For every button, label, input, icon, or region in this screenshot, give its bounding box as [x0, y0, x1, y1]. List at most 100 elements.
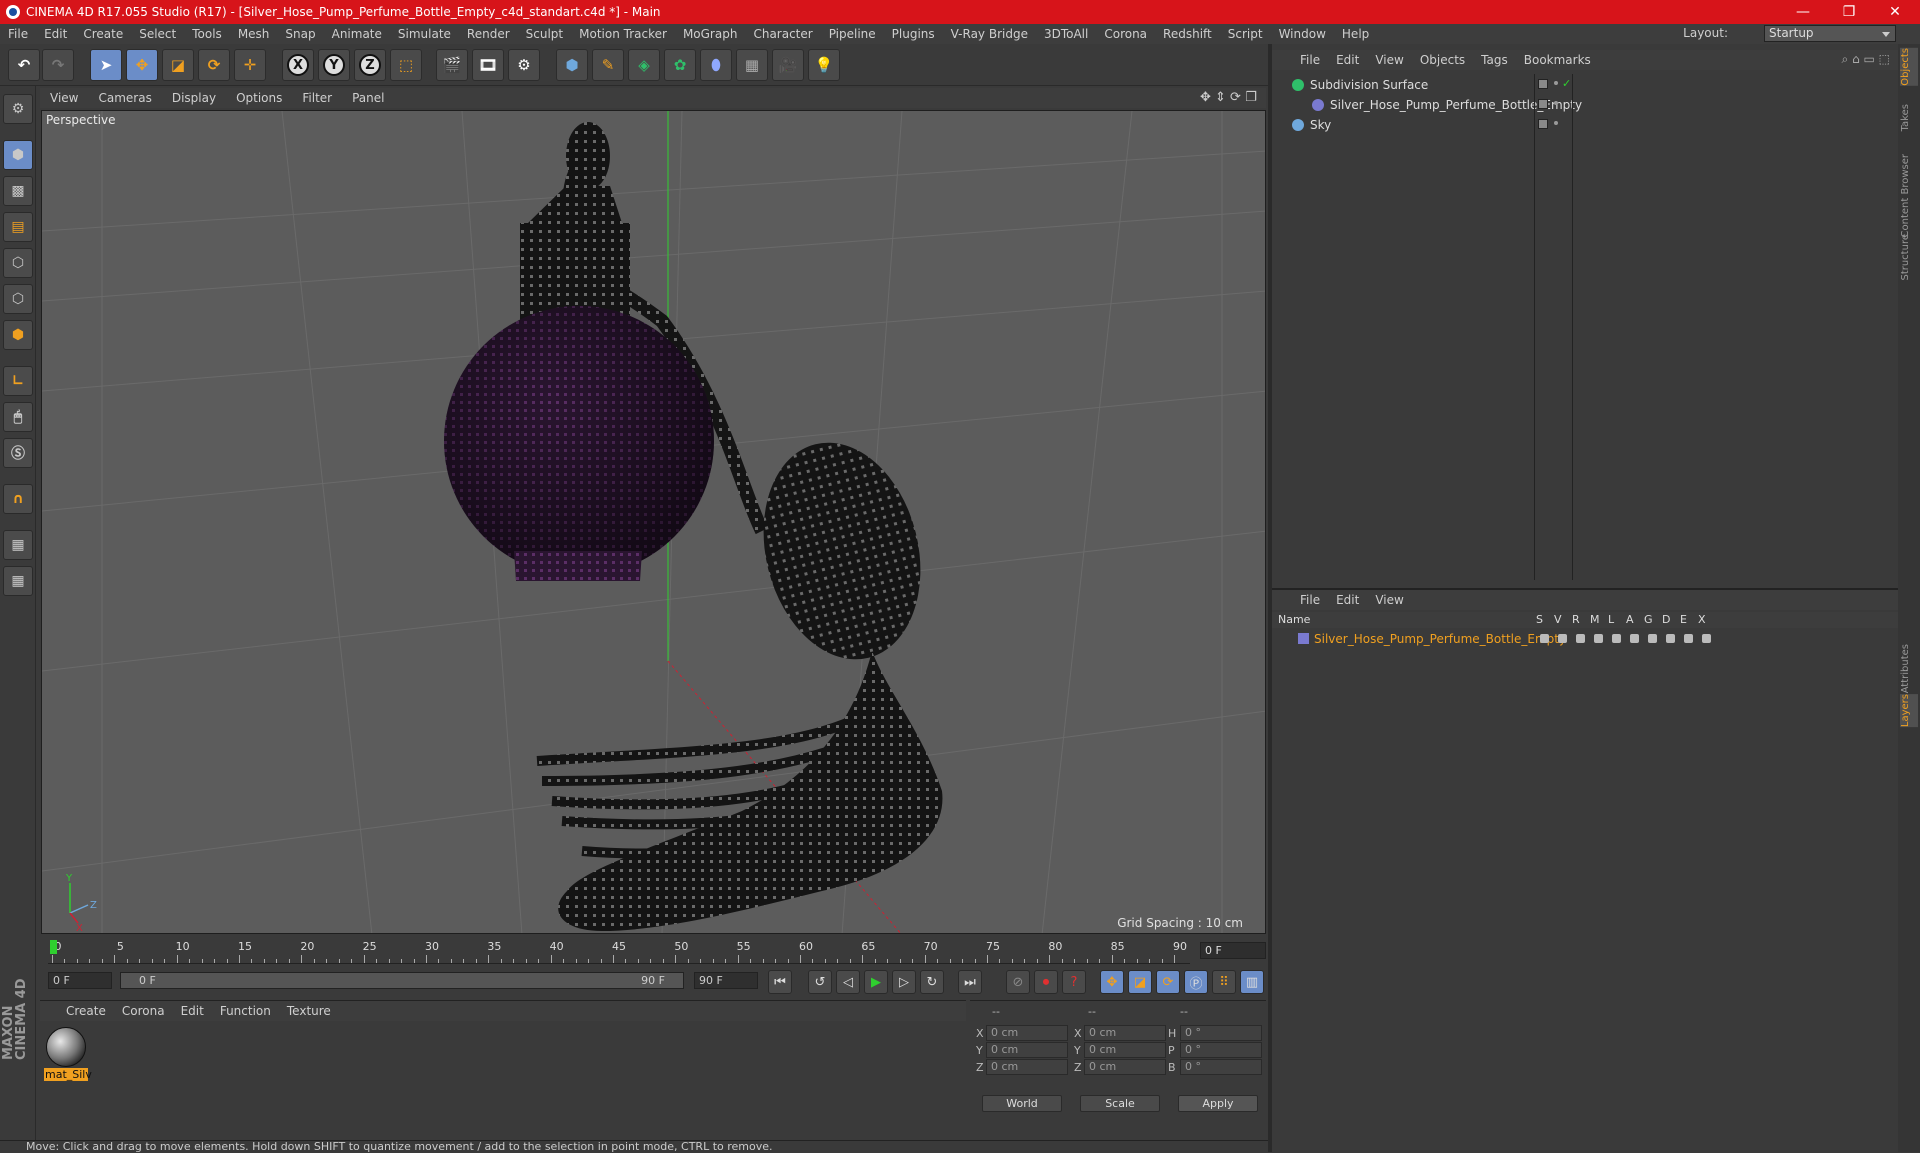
material-menu-texture[interactable]: Texture — [279, 1004, 339, 1018]
x-axis-lock-button[interactable]: X — [282, 49, 314, 81]
layer-col-l[interactable]: L — [1608, 613, 1614, 626]
deformer-bend-icon[interactable]: ⬮ — [700, 49, 732, 81]
menu-help[interactable]: Help — [1334, 27, 1377, 41]
layer-col-e[interactable]: E — [1680, 613, 1687, 626]
goto-start-icon[interactable]: ⏮ — [768, 970, 792, 994]
rotation-field-0[interactable]: 0 ° — [1180, 1025, 1262, 1041]
menu-sculpt[interactable]: Sculpt — [518, 27, 571, 41]
tweak-mode-icon[interactable]: 🖱 — [3, 402, 33, 432]
layer-row[interactable]: Silver_Hose_Pump_Perfume_Bottle_Empty — [1272, 630, 1898, 648]
minimize-button[interactable]: — — [1780, 0, 1826, 24]
next-key-icon[interactable]: ↻ — [920, 970, 944, 994]
polygons-mode-icon[interactable]: ⬢ — [3, 320, 33, 350]
camera-object-icon[interactable]: 🎥 — [772, 49, 804, 81]
menu-create[interactable]: Create — [75, 27, 131, 41]
object-row[interactable]: Subdivision Surface ✓ — [1272, 76, 1898, 94]
position-field-2[interactable]: 0 cm — [986, 1059, 1068, 1075]
material-menu-edit[interactable]: Edit — [173, 1004, 212, 1018]
render-dot-icon[interactable] — [1554, 101, 1558, 105]
layer-toggle-icon[interactable] — [1666, 634, 1675, 643]
material-swatch[interactable]: mat_Silv — [44, 1027, 92, 1081]
coord-mode-dropdown[interactable]: World — [982, 1095, 1062, 1112]
material-menu-function[interactable]: Function — [212, 1004, 279, 1018]
enabled-check-icon[interactable]: ✓ — [1562, 77, 1571, 90]
make-editable-icon[interactable]: ⚙ — [3, 94, 33, 124]
rotate-tool-icon[interactable]: ⟳ — [198, 49, 230, 81]
right-tab-takes[interactable]: Takes — [1900, 104, 1918, 131]
viewport-menu-display[interactable]: Display — [162, 91, 226, 105]
menu-simulate[interactable]: Simulate — [390, 27, 459, 41]
edges-mode-icon[interactable]: ⬡ — [3, 284, 33, 314]
transform-tool-icon[interactable]: ✛ — [234, 49, 266, 81]
layer-toggle-icon[interactable] — [1540, 634, 1549, 643]
cube-primitive-icon[interactable]: ⬢ — [556, 49, 588, 81]
size-field-0[interactable]: 0 cm — [1084, 1025, 1166, 1041]
mograph-cloner-icon[interactable]: ✿ — [664, 49, 696, 81]
viewport-menu-view[interactable]: View — [40, 91, 88, 105]
redo-icon[interactable]: ↷ — [42, 49, 74, 81]
workplane-mode-icon[interactable]: ▤ — [3, 212, 33, 242]
object-menu-file[interactable]: File — [1292, 53, 1328, 67]
layer-col-r[interactable]: R — [1572, 613, 1580, 626]
move-tool-icon[interactable]: ✥ — [126, 49, 158, 81]
position-field-1[interactable]: 0 cm — [986, 1042, 1068, 1058]
layer-toggle-icon[interactable] — [1612, 634, 1621, 643]
subdivision-surface-icon[interactable]: ◈ — [628, 49, 660, 81]
workplane-align-icon[interactable]: ▦ — [3, 566, 33, 596]
right-tab-attributes[interactable]: Attributes — [1900, 644, 1918, 693]
light-object-icon[interactable]: 💡 — [808, 49, 840, 81]
material-menu-corona[interactable]: Corona — [114, 1004, 173, 1018]
menu-edit[interactable]: Edit — [36, 27, 75, 41]
menu-window[interactable]: Window — [1271, 27, 1334, 41]
layer-col-a[interactable]: A — [1626, 613, 1634, 626]
autokey-icon[interactable]: ? — [1062, 970, 1086, 994]
key-pla-icon[interactable]: ⠿ — [1212, 970, 1236, 994]
menu-render[interactable]: Render — [459, 27, 518, 41]
object-menu-tags[interactable]: Tags — [1473, 53, 1516, 67]
viewport-navigation-icons[interactable]: ✥ ⇕ ⟳ ❐ — [1200, 90, 1257, 105]
menu-tools[interactable]: Tools — [184, 27, 230, 41]
layer-col-name[interactable]: Name — [1278, 613, 1310, 626]
timeline-ruler[interactable]: 0 5 10 15 20 25 30 35 40 45 50 55 60 65 70 75 80 85 90 0 F — [40, 938, 1266, 966]
layer-col-s[interactable]: S — [1536, 613, 1543, 626]
menu-v-ray-bridge[interactable]: V-Ray Bridge — [943, 27, 1036, 41]
layer-toggle-icon[interactable] — [1630, 634, 1639, 643]
end-frame-field[interactable]: 90 F — [694, 972, 758, 989]
playhead-marker[interactable] — [50, 940, 57, 954]
right-tab-objects[interactable]: Objects — [1900, 48, 1918, 86]
right-tab-layers[interactable]: Layers — [1900, 694, 1918, 728]
menu-redshift[interactable]: Redshift — [1155, 27, 1220, 41]
object-row[interactable]: Silver_Hose_Pump_Perfume_Bottle_Empty — [1272, 96, 1898, 114]
maximize-button[interactable]: ❐ — [1826, 0, 1872, 24]
viewport-menu-panel[interactable]: Panel — [342, 91, 394, 105]
viewport-menu-options[interactable]: Options — [226, 91, 292, 105]
layer-menu-file[interactable]: File — [1292, 593, 1328, 607]
motion-path-icon[interactable]: ⊘ — [1006, 970, 1030, 994]
layer-menu-view[interactable]: View — [1367, 593, 1411, 607]
size-field-2[interactable]: 0 cm — [1084, 1059, 1166, 1075]
timeline-window-icon[interactable]: ▥ — [1240, 970, 1264, 994]
layer-col-d[interactable]: D — [1662, 613, 1670, 626]
model-mode-icon[interactable]: ⬢ — [3, 140, 33, 170]
menu-corona[interactable]: Corona — [1096, 27, 1155, 41]
frame-range-slider[interactable]: 0 F 90 F — [120, 972, 684, 989]
viewport-menu-cameras[interactable]: Cameras — [88, 91, 161, 105]
render-dot-icon[interactable] — [1554, 121, 1558, 125]
render-dot-icon[interactable] — [1554, 81, 1558, 85]
y-axis-lock-button[interactable]: Y — [318, 49, 350, 81]
right-tab-structure[interactable]: Structure — [1900, 234, 1918, 281]
render-settings-icon[interactable]: ⚙ — [508, 49, 540, 81]
size-mode-dropdown[interactable]: Scale — [1080, 1095, 1160, 1112]
key-scale-icon[interactable]: ◪ — [1128, 970, 1152, 994]
material-menu-create[interactable]: Create — [58, 1004, 114, 1018]
render-view-icon[interactable]: 🎬 — [436, 49, 468, 81]
apply-button[interactable]: Apply — [1178, 1095, 1258, 1112]
magnet-icon[interactable]: ∩ — [3, 484, 33, 514]
object-menu-objects[interactable]: Objects — [1412, 53, 1473, 67]
key-position-icon[interactable]: ✥ — [1100, 970, 1124, 994]
key-rotation-icon[interactable]: ⟳ — [1156, 970, 1180, 994]
pen-spline-icon[interactable]: ✎ — [592, 49, 624, 81]
render-picture-viewer-icon[interactable]: 🎞 — [472, 49, 504, 81]
menu-mograph[interactable]: MoGraph — [675, 27, 746, 41]
size-field-1[interactable]: 0 cm — [1084, 1042, 1166, 1058]
